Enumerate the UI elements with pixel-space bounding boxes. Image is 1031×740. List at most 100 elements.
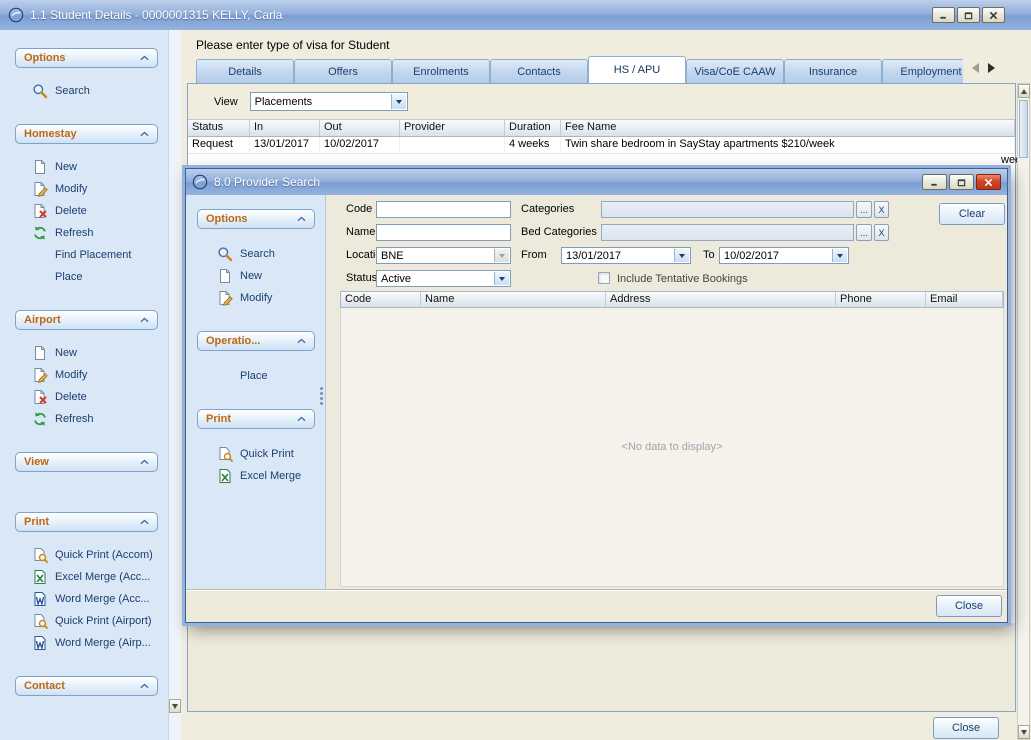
tab-contacts[interactable]: Contacts	[490, 59, 588, 83]
sidebar-item-word-merge-accom[interactable]: Word Merge (Acc...	[15, 588, 158, 610]
scrollbar-thumb[interactable]	[1019, 100, 1028, 158]
to-date-picker[interactable]: 10/02/2017	[719, 247, 849, 264]
status-combo[interactable]: Active	[376, 270, 511, 287]
column-header-duration[interactable]: Duration	[505, 120, 561, 136]
column-header-status[interactable]: Status	[188, 120, 250, 136]
dialog-item-place[interactable]: Place	[197, 365, 315, 387]
name-input[interactable]	[376, 224, 511, 241]
column-header-name[interactable]: Name	[421, 292, 606, 307]
sidebar-item-excel-merge-accom[interactable]: Excel Merge (Acc...	[15, 566, 158, 588]
dialog-minimize-button[interactable]	[922, 174, 947, 190]
categories-label: Categories	[521, 203, 574, 215]
tab-enrolments[interactable]: Enrolments	[392, 59, 490, 83]
code-input[interactable]	[376, 201, 511, 218]
column-header-fee-name[interactable]: Fee Name	[561, 120, 1015, 136]
status-label: Status	[346, 272, 377, 284]
dialog-item-search[interactable]: Search	[197, 243, 315, 265]
dialog-item-modify[interactable]: Modify	[197, 287, 315, 309]
column-header-in[interactable]: In	[250, 120, 320, 136]
panel-header-homestay[interactable]: Homestay	[15, 124, 158, 144]
sidebar-item-quick-print-airport[interactable]: Quick Print (Airport)	[15, 610, 158, 632]
scroll-down-button[interactable]	[169, 699, 181, 713]
cell-provider	[400, 137, 505, 153]
panel-header-options[interactable]: Options	[15, 48, 158, 68]
chevron-up-icon	[297, 416, 306, 422]
dialog-item-quick-print[interactable]: Quick Print	[197, 443, 315, 465]
dialog-close-button[interactable]	[976, 174, 1001, 190]
sidebar-item-quick-print-accom[interactable]: Quick Print (Accom)	[15, 544, 158, 566]
panel-header-view[interactable]: View	[15, 452, 158, 472]
sidebar-item-homestay-modify[interactable]: Modify	[15, 178, 158, 200]
include-tentative-checkbox[interactable]	[598, 272, 610, 284]
dialog-titlebar[interactable]: 8.0 Provider Search	[186, 169, 1007, 195]
include-tentative-label: Include Tentative Bookings	[617, 273, 748, 285]
categories-clear-button[interactable]: X	[874, 201, 889, 218]
chevron-down-icon	[837, 254, 843, 261]
tab-scroll-left-button[interactable]	[967, 63, 979, 73]
close-button[interactable]	[982, 7, 1005, 23]
panel-header-contact[interactable]: Contact	[15, 676, 158, 696]
bed-categories-clear-button[interactable]: X	[874, 224, 889, 241]
main-vertical-scrollbar[interactable]	[1017, 83, 1030, 740]
dialog-item-new[interactable]: New	[197, 265, 315, 287]
sidebar-item-airport-refresh[interactable]: Refresh	[15, 408, 158, 430]
dropdown-button[interactable]	[674, 249, 689, 262]
sidebar-item-find-placement[interactable]: Find Placement	[15, 244, 158, 266]
sidebar-item-airport-modify[interactable]: Modify	[15, 364, 158, 386]
dialog-maximize-button[interactable]	[949, 174, 974, 190]
app-screen: 1.1 Student Details - 0000001315 KELLY, …	[0, 0, 1031, 740]
tab-insurance[interactable]: Insurance	[784, 59, 882, 83]
sidebar-item-word-merge-airport[interactable]: Word Merge (Airp...	[15, 632, 158, 654]
sidebar-item-homestay-delete[interactable]: Delete	[15, 200, 158, 222]
tab-details[interactable]: Details	[196, 59, 294, 83]
tab-offers[interactable]: Offers	[294, 59, 392, 83]
dropdown-button[interactable]	[391, 94, 406, 109]
view-combo[interactable]: Placements	[250, 92, 408, 111]
modify-icon	[32, 181, 48, 197]
sidebar-item-airport-new[interactable]: New	[15, 342, 158, 364]
dialog-close-footer-button[interactable]: Close	[936, 595, 1002, 617]
panel-header-print[interactable]: Print	[15, 512, 158, 532]
dropdown-button[interactable]	[832, 249, 847, 262]
categories-browse-button[interactable]: ...	[856, 201, 872, 218]
location-combo[interactable]: BNE	[376, 247, 511, 264]
tab-hs-apu[interactable]: HS / APU	[588, 56, 686, 83]
tab-visa-coe-caaw[interactable]: Visa/CoE CAAW	[686, 59, 784, 83]
column-header-phone[interactable]: Phone	[836, 292, 926, 307]
main-close-button[interactable]: Close	[933, 717, 999, 739]
sidebar-scrollbar[interactable]	[168, 30, 181, 740]
column-header-code[interactable]: Code	[341, 292, 421, 307]
clear-button[interactable]: Clear	[939, 203, 1005, 225]
chevron-down-icon	[499, 277, 505, 284]
panel-header-operations[interactable]: Operatio...	[197, 331, 315, 351]
panel-header-airport[interactable]: Airport	[15, 310, 158, 330]
tab-scroll-right-button[interactable]	[988, 63, 1000, 73]
app-logo-icon	[8, 7, 24, 23]
bed-categories-browse-button[interactable]: ...	[856, 224, 872, 241]
sidebar-item-place[interactable]: Place	[15, 266, 158, 288]
column-header-address[interactable]: Address	[606, 292, 836, 307]
dialog-item-excel-merge[interactable]: Excel Merge	[197, 465, 315, 487]
sidebar-item-homestay-new[interactable]: New	[15, 156, 158, 178]
column-header-email[interactable]: Email	[926, 292, 1003, 307]
sidebar-item-homestay-refresh[interactable]: Refresh	[15, 222, 158, 244]
dropdown-button[interactable]	[494, 272, 509, 285]
view-selector-row: View Placements	[188, 84, 1015, 120]
panel-header-print[interactable]: Print	[197, 409, 315, 429]
main-window-titlebar[interactable]: 1.1 Student Details - 0000001315 KELLY, …	[0, 0, 1031, 30]
panel-header-options[interactable]: Options	[197, 209, 315, 229]
scroll-up-button[interactable]	[1018, 84, 1030, 98]
placement-row[interactable]: Request 13/01/2017 10/02/2017 4 weeks Tw…	[188, 137, 1015, 154]
sidebar-item-search[interactable]: Search	[15, 80, 158, 102]
column-header-out[interactable]: Out	[320, 120, 400, 136]
search-icon	[217, 246, 233, 262]
tab-employment[interactable]: Employment	[882, 59, 963, 83]
sidebar-splitter-handle[interactable]	[320, 387, 323, 390]
dialog-panel-print: Print Quick Print Excel Merge	[197, 409, 315, 487]
minimize-button[interactable]	[932, 7, 955, 23]
scroll-down-button[interactable]	[1018, 725, 1030, 739]
column-header-provider[interactable]: Provider	[400, 120, 505, 136]
sidebar-item-airport-delete[interactable]: Delete	[15, 386, 158, 408]
maximize-button[interactable]	[957, 7, 980, 23]
from-date-picker[interactable]: 13/01/2017	[561, 247, 691, 264]
